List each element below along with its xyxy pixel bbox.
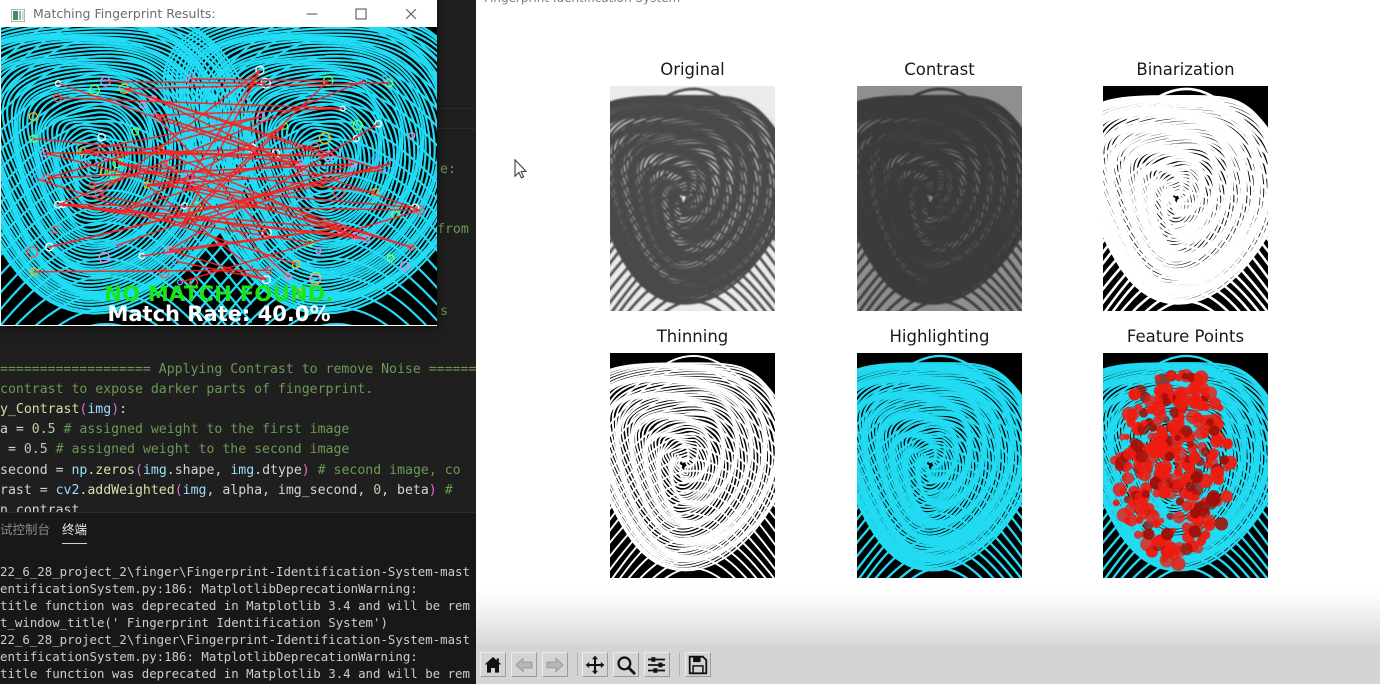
panel-image: [1103, 353, 1268, 578]
panel-title: Binarization: [1136, 60, 1235, 79]
match-overlay-text: NO MATCH FOUND. Match Rate: 40.0%: [1, 27, 437, 325]
code-fragment: s: [440, 304, 448, 319]
match-rate-text: Match Rate: 40.0%: [107, 302, 331, 325]
configure-subplots-button[interactable]: [644, 652, 670, 677]
panel-tab-debug-console[interactable]: 试控制台: [0, 519, 50, 538]
code-fragment: e:: [440, 162, 456, 177]
terminal-line: title function was deprecated in Matplot…: [0, 598, 470, 613]
vscode-window: =================== Applying Contrast to…: [0, 0, 478, 684]
matplotlib-navigation-toolbar[interactable]: [476, 645, 1380, 684]
terminal-line: t_window_title(' Fingerprint Identificat…: [0, 615, 388, 630]
panel-title: Thinning: [656, 327, 729, 346]
terminal-line: 22_6_28_project_2\finger\Fingerprint-Ide…: [0, 632, 470, 647]
toolbar-separator-2: [679, 653, 680, 676]
code-line: rast = cv2.addWeighted(img, alpha, img_s…: [0, 483, 461, 498]
panel-image: [610, 86, 775, 311]
terminal-line: title function was deprecated in Matplot…: [0, 666, 470, 681]
panel-image: [857, 86, 1022, 311]
code-line: second = np.zeros(img.shape, img.dtype) …: [0, 463, 461, 478]
terminal-line: entificationSystem.py:186: MatplotlibDep…: [0, 649, 418, 664]
panel-tab-strip[interactable]: 试控制台 终端: [0, 513, 478, 545]
toolbar-separator: [577, 653, 578, 676]
fingerprint-match-canvas: NO MATCH FOUND. Match Rate: 40.0%: [1, 27, 437, 325]
terminal-line: entificationSystem.py:186: MatplotlibDep…: [0, 581, 418, 596]
code-line: contrast to expose darker parts of finge…: [0, 382, 374, 397]
panel-title: Contrast: [904, 60, 975, 79]
figure-canvas[interactable]: Original Contrast Binarization Thinning High…: [476, 14, 1380, 589]
matching-fingerprint-results-window[interactable]: Matching Fingerprint Results: NO MATCH F…: [0, 0, 437, 326]
panel-image: [610, 353, 775, 578]
back-button[interactable]: [511, 652, 537, 677]
window-title-bar[interactable]: Matching Fingerprint Results:: [0, 0, 437, 27]
save-figure-button[interactable]: [685, 652, 711, 677]
code-line: = 0.5 # assigned weight to the second im…: [0, 442, 350, 457]
window-title-text: Matching Fingerprint Results:: [33, 6, 216, 21]
code-line: a = 0.5 # assigned weight to the first i…: [0, 422, 350, 437]
code-line: y_Contrast(img):: [0, 402, 128, 417]
app-image-icon: [10, 7, 26, 23]
panel-image: [1103, 86, 1268, 311]
figure-window-title-text: Fingerprint Identification System: [484, 0, 680, 5]
window-maximize-button[interactable]: [338, 0, 384, 27]
panel-image: [857, 353, 1022, 578]
panel-title: Original: [660, 60, 725, 79]
figure-bottom-gradient: [476, 589, 1380, 645]
window-minimize-button[interactable]: [289, 0, 335, 27]
code-fragment: from: [437, 222, 477, 237]
panel-title: Highlighting: [889, 327, 990, 346]
home-button[interactable]: [480, 652, 506, 677]
terminal-line: 22_6_28_project_2\finger\Fingerprint-Ide…: [0, 564, 470, 579]
forward-button[interactable]: [542, 652, 568, 677]
panel-tab-terminal[interactable]: 终端: [62, 519, 88, 544]
code-line: n contrast: [0, 503, 80, 512]
matplotlib-figure-window: Fingerprint Identification System Origin…: [476, 0, 1380, 684]
terminal-output[interactable]: 22_6_28_project_2\finger\Fingerprint-Ide…: [0, 545, 478, 684]
figure-window-title-strip: Fingerprint Identification System: [476, 0, 1380, 14]
pan-button[interactable]: [582, 652, 608, 677]
zoom-button[interactable]: [613, 652, 639, 677]
panel-title: Feature Points: [1126, 327, 1245, 346]
window-close-button[interactable]: [388, 0, 434, 27]
bottom-panel: 试控制台 终端 22_6_28_project_2\finger\Fingerpr…: [0, 512, 478, 684]
code-line: =================== Applying Contrast to…: [0, 362, 477, 377]
